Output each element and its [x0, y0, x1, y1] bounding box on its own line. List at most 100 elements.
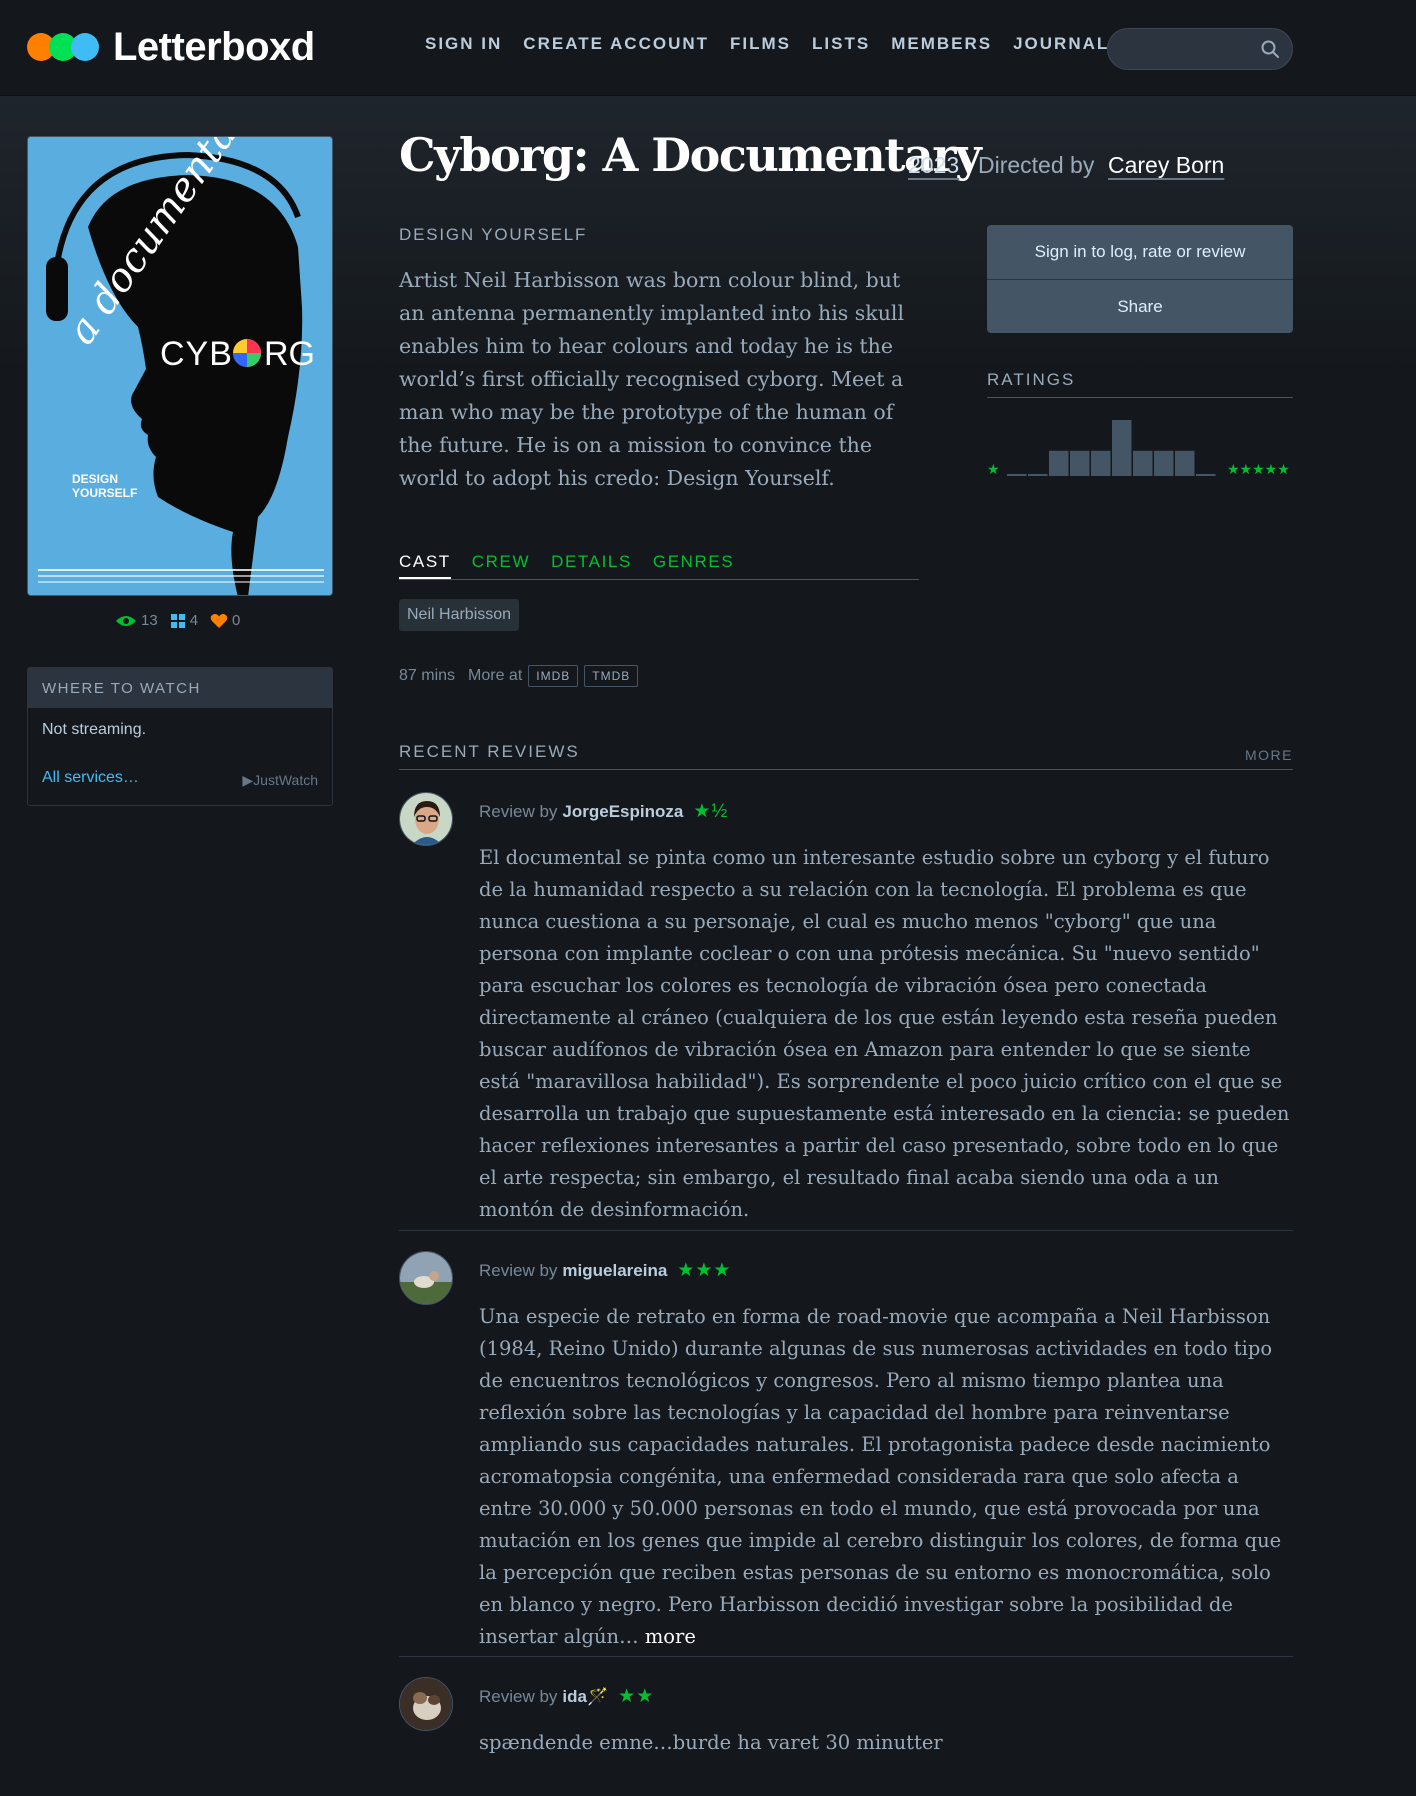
review-more-link[interactable]: more [645, 1625, 696, 1648]
review-by-label: Review by [479, 801, 558, 821]
likes-stat[interactable]: 0 [210, 612, 240, 629]
review-body[interactable]: spændende emne…burde ha varet 30 minutte… [479, 1727, 1293, 1759]
recent-reviews-header: RECENT REVIEWS MORE [399, 742, 1293, 770]
tab-cast[interactable]: CAST [399, 552, 451, 579]
directed-by-label: Directed by [978, 152, 1095, 178]
review-byline: Review by ida🪄 ★★ [479, 1685, 654, 1708]
tab-details[interactable]: DETAILS [551, 552, 632, 579]
avatar-image [400, 793, 452, 845]
watched-stat[interactable]: 13 [115, 612, 158, 629]
justwatch-play-icon: ▶ [242, 772, 254, 788]
logo-text: Letterboxd [113, 24, 315, 69]
all-services-link[interactable]: All services… [42, 769, 139, 787]
cast-member-chip[interactable]: Neil Harbisson [399, 599, 520, 631]
film-poster[interactable]: a documentary CYB RG DESIGN YOURSELF [27, 136, 333, 596]
runtime: 87 mins [399, 667, 456, 684]
ratings-histogram: ★ ★★★★★ [987, 420, 1290, 477]
review-divider [399, 1656, 1293, 1657]
review-text: Una especie de retrato en forma de road-… [479, 1305, 1282, 1648]
avatar[interactable] [399, 792, 453, 846]
poster-tagline-2: YOURSELF [72, 486, 137, 500]
review-author[interactable]: JorgeEspinoza [562, 802, 683, 822]
avatar[interactable] [399, 1677, 453, 1731]
likes-count: 0 [232, 612, 241, 629]
review-rating: ★½ [693, 801, 729, 822]
heart-icon [210, 613, 228, 628]
nav-journal[interactable]: JOURNAL [1013, 34, 1109, 54]
avatar-image [400, 1252, 452, 1304]
reviews-more-link[interactable]: MORE [1245, 747, 1293, 763]
more-at-label: More at [468, 667, 523, 684]
review-by-label: Review by [479, 1260, 558, 1280]
watched-count: 13 [141, 612, 158, 629]
ratings-bar[interactable] [1091, 450, 1111, 476]
streaming-status: Not streaming. [42, 721, 147, 738]
ratings-bar[interactable] [1028, 474, 1048, 476]
review-by-label: Review by [479, 1686, 558, 1706]
recent-reviews-heading: RECENT REVIEWS [399, 742, 580, 761]
avatar-image [400, 1678, 452, 1730]
ratings-min-star: ★ [987, 461, 1000, 477]
logo-dot-blue [71, 33, 99, 61]
action-panel: Sign in to log, rate or review Share [987, 225, 1293, 333]
tab-genres[interactable]: GENRES [653, 552, 734, 579]
review-rating: ★★ [618, 1686, 655, 1707]
poster-rg: RG [264, 335, 315, 373]
film-stats: 13 4 0 [115, 612, 252, 629]
review-body[interactable]: El documental se pinta como un interesan… [479, 842, 1293, 1226]
where-to-watch-panel: WHERE TO WATCH Not streaming. All servic… [27, 667, 333, 806]
director-link[interactable]: Carey Born [1108, 152, 1224, 179]
share-button[interactable]: Share [987, 279, 1293, 333]
review-author[interactable]: miguelareina [562, 1261, 667, 1281]
search-input[interactable] [1122, 37, 1252, 61]
nav-films[interactable]: FILMS [730, 34, 791, 54]
logo-dots [27, 33, 99, 61]
letterboxd-logo[interactable]: Letterboxd [27, 22, 315, 72]
lists-grid-icon [170, 613, 185, 628]
justwatch-label: JustWatch [253, 772, 318, 788]
poster-tagline-1: DESIGN [72, 472, 118, 486]
film-synopsis: Artist Neil Harbisson was born colour bl… [399, 268, 905, 490]
lists-stat[interactable]: 4 [170, 612, 198, 629]
film-title: Cyborg: A Documentary [399, 128, 982, 182]
review-author[interactable]: ida🪄 [562, 1687, 608, 1707]
site-header: Letterboxd SIGN IN CREATE ACCOUNT FILMS … [0, 0, 1416, 96]
ratings-bar[interactable] [1049, 450, 1069, 476]
nav-create-account[interactable]: CREATE ACCOUNT [523, 34, 709, 54]
review-byline: Review by miguelareina ★★★ [479, 1259, 731, 1282]
film-tagline: DESIGN YOURSELF [399, 225, 588, 244]
search-icon[interactable] [1260, 39, 1280, 59]
justwatch-attribution[interactable]: ▶JustWatch [242, 772, 318, 789]
ratings-heading: RATINGS [987, 370, 1293, 398]
imdb-link[interactable]: IMDB [528, 665, 579, 687]
review-rating: ★★★ [677, 1260, 732, 1281]
film-year-link[interactable]: 2023 [908, 152, 959, 179]
nav-lists[interactable]: LISTS [812, 34, 870, 54]
lists-count: 4 [189, 612, 199, 629]
tmdb-link[interactable]: TMDB [584, 665, 639, 687]
ratings-bar[interactable] [1133, 450, 1153, 476]
film-tabs: CAST CREW DETAILS GENRES [399, 552, 919, 580]
film-meta: 87 mins More at IMDB TMDB [399, 665, 639, 687]
main-nav: SIGN IN CREATE ACCOUNT FILMS LISTS MEMBE… [425, 34, 1130, 54]
ratings-bar[interactable] [1154, 450, 1174, 476]
review-divider [399, 1230, 1293, 1231]
ratings-bar[interactable] [1007, 474, 1027, 476]
ratings-bar[interactable] [1175, 450, 1195, 476]
nav-members[interactable]: MEMBERS [891, 34, 992, 54]
ratings-max-stars: ★★★★★ [1227, 461, 1290, 477]
nav-sign-in[interactable]: SIGN IN [425, 34, 502, 54]
tab-crew[interactable]: CREW [472, 552, 530, 579]
search-box [1107, 28, 1293, 70]
review-byline: Review by JorgeEspinoza ★½ [479, 800, 728, 823]
where-to-watch-heading: WHERE TO WATCH [28, 668, 332, 708]
eye-icon [116, 615, 136, 626]
ratings-bar[interactable] [1070, 450, 1090, 476]
sign-in-to-log-button[interactable]: Sign in to log, rate or review [987, 225, 1293, 279]
ratings-bar[interactable] [1112, 420, 1132, 476]
avatar[interactable] [399, 1251, 453, 1305]
poster-artwork: a documentary CYB RG DESIGN YOURSELF [28, 137, 332, 595]
poster-cyb: CYB [160, 335, 233, 373]
review-body[interactable]: Una especie de retrato en forma de road-… [479, 1301, 1293, 1653]
ratings-bar[interactable] [1196, 474, 1216, 476]
